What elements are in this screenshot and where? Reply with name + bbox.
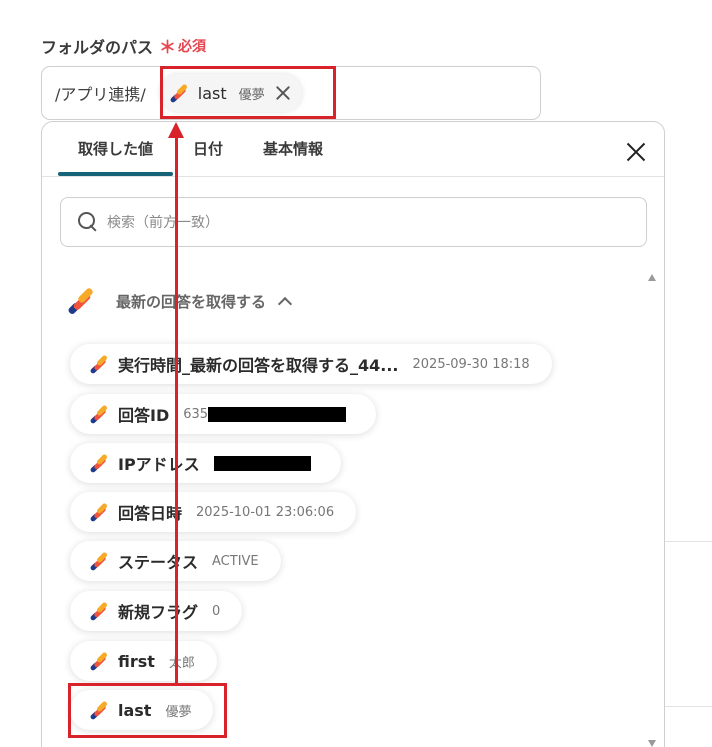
path-prefix: /アプリ連携/: [55, 85, 146, 104]
list-item[interactable]: 実行時間_最新の回答を取得する_44... 2025-09-30 18:18: [70, 344, 552, 384]
app-logo-icon: [89, 601, 109, 622]
background-divider: [665, 541, 712, 542]
item-value: 635: [183, 406, 209, 422]
app-logo-icon: [89, 502, 109, 523]
item-label: IPアドレス: [118, 455, 200, 474]
redacted-block: [208, 406, 347, 422]
list-item[interactable]: 回答日時 2025-10-01 23:06:06: [70, 492, 357, 532]
app-logo-icon: [67, 287, 94, 316]
item-value: ACTIVE: [212, 553, 259, 569]
background-divider: [665, 706, 712, 707]
list-item[interactable]: IPアドレス: [70, 443, 341, 483]
item-label: ステータス: [118, 553, 199, 572]
app-logo-icon: [89, 453, 109, 474]
section-title: 最新の回答を取得する: [116, 292, 267, 311]
search-icon: [77, 211, 99, 233]
close-icon[interactable]: [626, 142, 646, 162]
tab-acquired-values[interactable]: 取得した値: [58, 122, 174, 176]
list-item[interactable]: first 太郎: [70, 641, 217, 681]
search-placeholder: 検索（前方一致）: [107, 215, 219, 231]
scroll-down-arrow[interactable]: [648, 740, 656, 747]
item-value: 2025-10-01 23:06:06: [196, 504, 335, 520]
redacted-block: [213, 455, 311, 471]
item-value: 太郎: [168, 655, 195, 671]
scroll-up-arrow[interactable]: [648, 274, 656, 281]
item-value: 0: [212, 603, 221, 619]
item-label: 回答ID: [118, 406, 170, 425]
field-label-text: フォルダのパス: [41, 37, 154, 57]
app-logo-icon: [89, 551, 109, 572]
search-input[interactable]: 検索（前方一致）: [60, 197, 647, 247]
required-mark: ＊: [159, 38, 177, 58]
item-value: 2025-09-30 18:18: [412, 356, 530, 372]
item-label: 実行時間_最新の回答を取得する_44...: [118, 356, 399, 375]
section-header[interactable]: 最新の回答を取得する: [67, 287, 293, 316]
highlight-box-inserted-chip: [160, 66, 336, 119]
item-label: 回答日時: [118, 504, 183, 523]
highlight-box-last-item: [68, 683, 227, 738]
field-label: フォルダのパス ＊ 必須: [41, 33, 207, 59]
value-picker-dropdown: 取得した値 日付 基本情報 検索（前方一致） 最新の回答を取得する 実行時間_最…: [41, 121, 665, 747]
app-logo-icon: [89, 354, 109, 375]
tab-bar: 取得した値 日付 基本情報: [58, 122, 343, 176]
tab-basic-info[interactable]: 基本情報: [243, 122, 343, 176]
list-item[interactable]: 回答ID 635: [70, 394, 377, 434]
app-logo-icon: [89, 404, 109, 425]
chevron-up-icon[interactable]: [277, 296, 293, 312]
item-label: first: [118, 651, 155, 671]
list-item[interactable]: 新規フラグ 0: [70, 591, 243, 631]
required-text: 必須: [178, 38, 207, 55]
annotation-arrow-line: [175, 136, 178, 684]
app-logo-icon: [89, 651, 109, 672]
tab-divider: [42, 176, 664, 177]
annotation-arrow-head: [168, 122, 184, 138]
item-label: 新規フラグ: [118, 603, 199, 622]
